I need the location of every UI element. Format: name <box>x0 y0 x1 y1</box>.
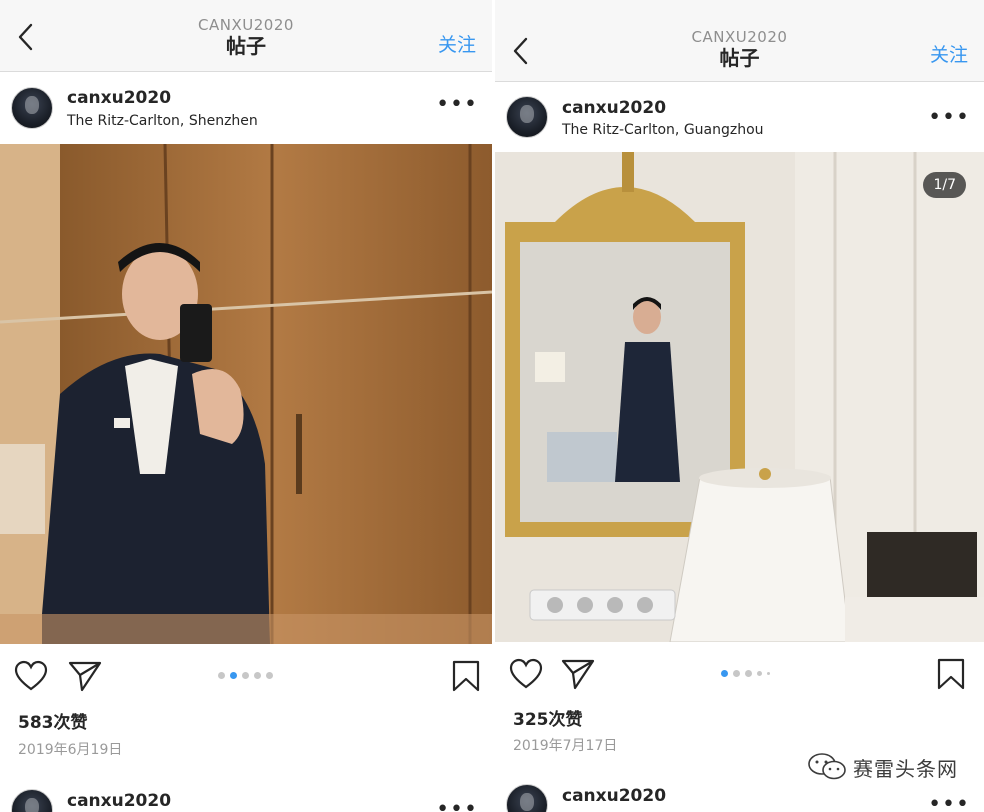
carousel-dot <box>254 672 261 679</box>
nav-bar: CANXU2020 帖子 关注 <box>0 0 492 72</box>
like-count[interactable]: 325次赞 <box>513 705 583 730</box>
post-username[interactable]: canxu2020 <box>67 791 171 811</box>
post-date: 2019年7月17日 <box>513 738 618 754</box>
carousel-dot-active <box>230 672 237 679</box>
follow-button[interactable]: 关注 <box>438 30 476 57</box>
post-header: canxu2020 The Ritz-Carlton, Guangzhou ••… <box>495 82 984 154</box>
carousel-dot <box>242 672 249 679</box>
post-photo[interactable] <box>0 144 492 644</box>
like-count[interactable]: 583次赞 <box>18 708 88 733</box>
avatar[interactable] <box>506 784 548 812</box>
mirror-selfie-photo <box>0 144 492 644</box>
post-username[interactable]: canxu2020 <box>562 786 666 806</box>
more-options-icon[interactable]: ••• <box>436 799 478 812</box>
nav-title-group: CANXU2020 帖子 <box>495 28 984 70</box>
image-counter-badge: 1/7 <box>923 172 966 198</box>
carousel-dot <box>757 671 762 676</box>
carousel-dot-active <box>721 670 728 677</box>
more-options-icon[interactable]: ••• <box>928 794 970 812</box>
nav-title-group: CANXU2020 帖子 <box>0 16 492 58</box>
post-screen-right: CANXU2020 帖子 关注 canxu2020 The Ritz-Carlt… <box>495 0 984 812</box>
nav-bar: CANXU2020 帖子 关注 <box>495 0 984 82</box>
post-actions-bar <box>495 650 984 696</box>
page-title: 帖子 <box>719 46 760 70</box>
carousel-dot <box>733 670 740 677</box>
post-date: 2019年6月19日 <box>18 742 123 758</box>
carousel-dot <box>767 672 770 675</box>
carousel-dot <box>745 670 752 677</box>
nav-username: CANXU2020 <box>198 16 294 34</box>
post-username[interactable]: canxu2020 <box>67 88 171 108</box>
watermark-text: 赛雷头条网 <box>853 756 958 781</box>
carousel-dots <box>721 670 770 677</box>
post-actions-bar <box>0 652 492 698</box>
post-username[interactable]: canxu2020 <box>562 98 666 118</box>
nav-username: CANXU2020 <box>691 28 788 46</box>
carousel-dots <box>218 672 273 679</box>
avatar[interactable] <box>11 789 53 812</box>
post-location[interactable]: The Ritz-Carlton, Guangzhou <box>562 122 764 138</box>
post-header: canxu2020 The Ritz-Carlton, Shenzhen ••• <box>0 74 492 146</box>
wechat-icon <box>808 753 846 780</box>
more-options-icon[interactable]: ••• <box>928 107 970 129</box>
follow-button[interactable]: 关注 <box>930 40 968 67</box>
carousel-dot <box>266 672 273 679</box>
bookmark-icon[interactable] <box>452 660 480 692</box>
avatar[interactable] <box>11 87 53 129</box>
more-options-icon[interactable]: ••• <box>436 94 478 116</box>
heart-icon[interactable] <box>14 660 48 692</box>
post-photo[interactable]: 1/7 <box>495 152 984 642</box>
next-post-header: canxu2020 ••• <box>0 775 492 812</box>
watermark: 赛雷头条网 <box>807 752 958 782</box>
share-send-icon[interactable] <box>68 660 102 692</box>
post-screen-left: CANXU2020 帖子 关注 canxu2020 The Ritz-Carlt… <box>0 0 492 812</box>
avatar[interactable] <box>506 96 548 138</box>
mirror-selfie-photo <box>495 152 984 642</box>
post-location[interactable]: The Ritz-Carlton, Shenzhen <box>67 113 258 129</box>
page-title: 帖子 <box>226 34 266 58</box>
share-send-icon[interactable] <box>561 658 595 690</box>
heart-icon[interactable] <box>509 658 543 690</box>
bookmark-icon[interactable] <box>937 658 965 690</box>
carousel-dot <box>218 672 225 679</box>
